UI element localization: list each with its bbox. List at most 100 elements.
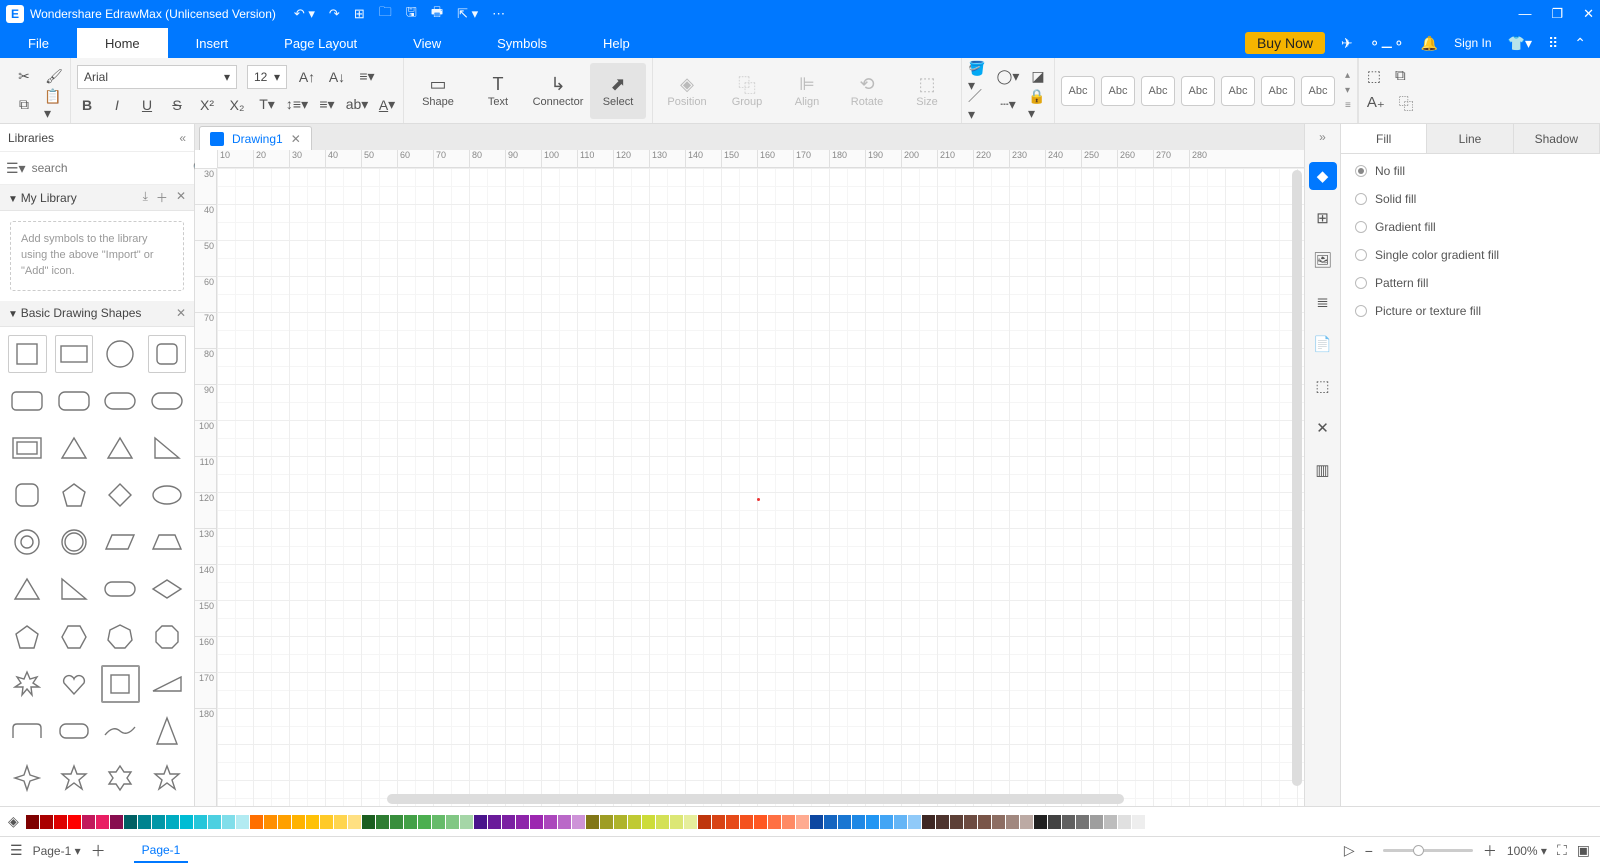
open-icon[interactable]: 🗀 [379, 3, 392, 25]
color-swatch[interactable] [1132, 815, 1145, 829]
page-list-icon[interactable]: ☰ [10, 842, 23, 859]
shape-tab2[interactable] [55, 712, 94, 750]
format-painter-icon[interactable]: 🖌 [44, 67, 64, 87]
style-up-icon[interactable]: ▴ [1345, 70, 1351, 81]
style-more-icon[interactable]: ≡ [1345, 100, 1351, 111]
share-icon[interactable]: ⚬⚊⚬ [1369, 35, 1405, 52]
group-tool[interactable]: ⿻Group [719, 63, 775, 119]
color-swatch[interactable] [698, 815, 711, 829]
shape-rhombus[interactable] [148, 570, 187, 608]
component-panel-icon[interactable]: ⬚ [1309, 372, 1337, 400]
color-swatch[interactable] [712, 815, 725, 829]
underline-icon[interactable]: U [137, 95, 157, 115]
menu-insert[interactable]: Insert [168, 28, 257, 58]
font-format-icon[interactable]: A₊ [1367, 93, 1385, 114]
shape-star4[interactable] [8, 759, 47, 797]
color-swatch[interactable] [964, 815, 977, 829]
shape-frame[interactable] [8, 429, 47, 467]
color-swatch[interactable] [488, 815, 501, 829]
style-swatch[interactable]: Abc [1301, 76, 1335, 106]
color-swatch[interactable] [1062, 815, 1075, 829]
grow-font-icon[interactable]: A↑ [297, 67, 317, 87]
color-swatch[interactable] [1118, 815, 1131, 829]
color-swatch[interactable] [684, 815, 697, 829]
style-swatch[interactable]: Abc [1101, 76, 1135, 106]
color-swatch[interactable] [754, 815, 767, 829]
bullets-icon[interactable]: ≡▾ [317, 95, 337, 115]
strike-icon[interactable]: S [167, 95, 187, 115]
font-color-icon[interactable]: ab▾ [347, 95, 367, 115]
shape-ring[interactable] [8, 523, 47, 561]
expand-right-icon[interactable]: » [1319, 130, 1326, 144]
color-swatch[interactable] [40, 815, 53, 829]
style-swatch[interactable]: Abc [1061, 76, 1095, 106]
text-case-icon[interactable]: T▾ [257, 95, 277, 115]
shape-tab[interactable] [8, 712, 47, 750]
zoom-slider[interactable] [1383, 849, 1473, 852]
zoom-out-icon[interactable]: − [1365, 843, 1373, 859]
color-swatch[interactable] [782, 815, 795, 829]
color-swatch[interactable] [614, 815, 627, 829]
color-swatch[interactable] [390, 815, 403, 829]
shape-rounded-rect[interactable] [8, 382, 47, 420]
color-swatch[interactable] [544, 815, 557, 829]
shape-cone[interactable] [148, 712, 187, 750]
color-swatch[interactable] [222, 815, 235, 829]
color-picker-icon[interactable]: ◈ [8, 813, 19, 830]
color-swatch[interactable] [768, 815, 781, 829]
menu-home[interactable]: Home [77, 28, 168, 58]
color-swatch[interactable] [558, 815, 571, 829]
color-swatch[interactable] [586, 815, 599, 829]
maximize-icon[interactable]: ❐ [1551, 6, 1563, 22]
tab-line[interactable]: Line [1427, 124, 1513, 153]
color-swatch[interactable] [978, 815, 991, 829]
collapse-ribbon-icon[interactable]: ⌃ [1574, 35, 1586, 52]
font-size-combo[interactable]: 12▾ [247, 65, 287, 89]
color-swatch[interactable] [796, 815, 809, 829]
color-swatch[interactable] [1104, 815, 1117, 829]
shape-circle[interactable] [101, 335, 140, 373]
page-tab[interactable]: Page-1 [134, 839, 189, 863]
shape-pill[interactable] [101, 382, 140, 420]
menu-help[interactable]: Help [575, 28, 658, 58]
shape-star6[interactable] [101, 759, 140, 797]
color-swatch[interactable] [992, 815, 1005, 829]
shape-tool[interactable]: ▭Shape [410, 63, 466, 119]
text-tool[interactable]: TText [470, 63, 526, 119]
fill-bucket-icon[interactable]: 🪣▾ [968, 67, 988, 87]
color-swatch[interactable] [642, 815, 655, 829]
color-swatch[interactable] [516, 815, 529, 829]
align-para-icon[interactable]: ≡▾ [357, 67, 377, 87]
line-spacing-icon[interactable]: ↕≡▾ [287, 95, 307, 115]
color-swatch[interactable] [166, 815, 179, 829]
qat-more-icon[interactable]: ⋯ [492, 6, 505, 22]
line-style-icon[interactable]: ／▾ [968, 95, 988, 115]
color-swatch[interactable] [866, 815, 879, 829]
color-swatch[interactable] [572, 815, 585, 829]
shape-rounded-rect2[interactable] [55, 382, 94, 420]
color-swatch[interactable] [418, 815, 431, 829]
layout-panel-icon[interactable]: ⊞ [1309, 204, 1337, 232]
color-swatch[interactable] [1034, 815, 1047, 829]
shape-trapezoid[interactable] [148, 523, 187, 561]
color-swatch[interactable] [320, 815, 333, 829]
align-tool[interactable]: ⊫Align [779, 63, 835, 119]
style-gallery[interactable]: Abc Abc Abc Abc Abc Abc Abc ▴ ▾ ≡ [1061, 70, 1351, 111]
shape-octagon[interactable] [148, 618, 187, 656]
bold-icon[interactable]: B [77, 95, 97, 115]
shadow-icon[interactable]: ◪ [1028, 67, 1048, 87]
presentation-panel-icon[interactable]: ▥ [1309, 456, 1337, 484]
fill-panel-icon[interactable]: ◆ [1309, 162, 1337, 190]
color-swatch[interactable] [908, 815, 921, 829]
color-swatch[interactable] [194, 815, 207, 829]
redo-icon[interactable]: ↷ [329, 6, 340, 22]
select-tool[interactable]: ⬈Select [590, 63, 646, 119]
superscript-icon[interactable]: X² [197, 95, 217, 115]
style-swatch[interactable]: Abc [1261, 76, 1295, 106]
minimize-icon[interactable]: ― [1518, 6, 1531, 22]
canvas-vscrollbar[interactable] [1292, 170, 1302, 786]
collapse-libraries-icon[interactable]: « [179, 131, 186, 145]
color-swatch[interactable] [236, 815, 249, 829]
buy-now-button[interactable]: Buy Now [1245, 32, 1325, 54]
position-tool[interactable]: ◈Position [659, 63, 715, 119]
